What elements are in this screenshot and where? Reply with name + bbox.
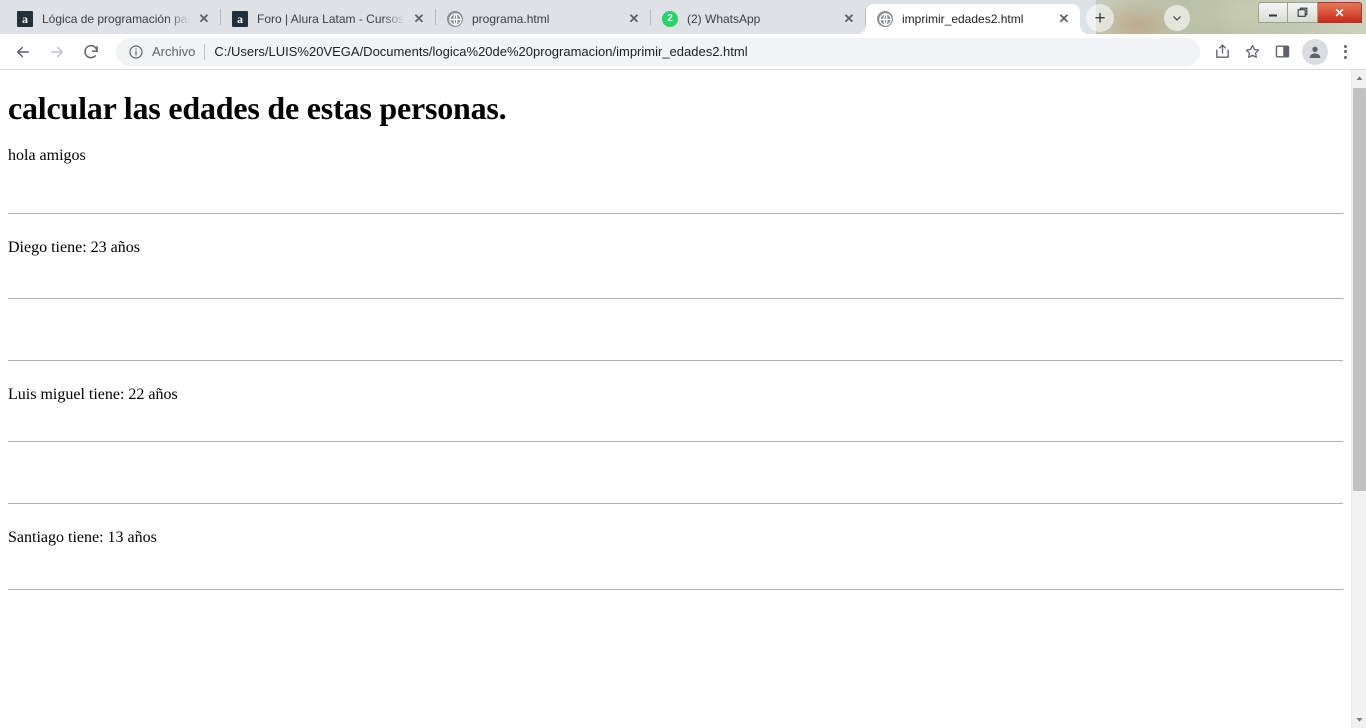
person-avatar-icon[interactable] bbox=[1302, 38, 1328, 65]
share-icon[interactable] bbox=[1208, 38, 1236, 66]
tab-title: programa.html bbox=[472, 12, 550, 26]
tab-strip: a Lógica de programación parte ✕ a Foro … bbox=[0, 0, 1366, 34]
info-circle-icon[interactable] bbox=[128, 44, 144, 60]
tab-title: Lógica de programación parte bbox=[42, 12, 190, 26]
alura-a-icon: a bbox=[17, 11, 33, 27]
tab-separator bbox=[650, 9, 651, 25]
tab-separator bbox=[435, 9, 436, 25]
side-panel-icon[interactable] bbox=[1268, 38, 1296, 66]
tab-title: (2) WhatsApp bbox=[687, 12, 761, 26]
tab-close-icon[interactable]: ✕ bbox=[626, 11, 642, 27]
url-text: C:/Users/LUIS%20VEGA/Documents/logica%20… bbox=[214, 44, 748, 59]
age-entry-luis-miguel: Luis miguel tiene: 22 años bbox=[8, 385, 178, 403]
close-window-button[interactable]: ✕ bbox=[1318, 2, 1362, 23]
window-controls: ✕ bbox=[1258, 2, 1362, 23]
scroll-up-arrow-icon[interactable] bbox=[1352, 70, 1366, 87]
alura-a-icon: a bbox=[232, 11, 248, 27]
page-viewport: calcular las edades de estas personas. h… bbox=[0, 70, 1366, 728]
divider-6 bbox=[8, 588, 1343, 590]
tab-close-icon[interactable]: ✕ bbox=[841, 11, 857, 27]
url-scheme-label: Archivo bbox=[152, 44, 196, 59]
tab-programa-html[interactable]: programa.html ✕ bbox=[436, 4, 650, 34]
age-entry-diego: Diego tiene: 23 años bbox=[8, 238, 140, 256]
tab-close-icon[interactable]: ✕ bbox=[196, 11, 212, 27]
tab-logica-de-programacion[interactable]: a Lógica de programación parte ✕ bbox=[6, 4, 220, 34]
three-dot-menu-icon[interactable] bbox=[1332, 38, 1358, 66]
scroll-down-arrow-icon[interactable] bbox=[1352, 711, 1366, 728]
tab-imprimir-edades2-html[interactable]: imprimir_edades2.html ✕ bbox=[866, 4, 1080, 34]
page-content: calcular las edades de estas personas. h… bbox=[0, 70, 1351, 728]
tab-foro-alura-latam[interactable]: a Foro | Alura Latam - Cursos on ✕ bbox=[221, 4, 435, 34]
tab-close-icon[interactable]: ✕ bbox=[411, 11, 427, 27]
globe-icon bbox=[447, 11, 463, 27]
page-title: calcular las edades de estas personas. bbox=[8, 90, 507, 126]
maximize-button[interactable] bbox=[1288, 2, 1318, 23]
minimize-button[interactable] bbox=[1258, 2, 1288, 23]
address-bar[interactable]: Archivo C:/Users/LUIS%20VEGA/Documents/l… bbox=[116, 37, 1200, 66]
tab-title: imprimir_edades2.html bbox=[902, 12, 1024, 26]
forward-button[interactable] bbox=[42, 37, 72, 67]
greeting-text: hola amigos bbox=[8, 147, 86, 165]
tab-close-icon[interactable]: ✕ bbox=[1056, 11, 1072, 27]
globe-icon bbox=[877, 11, 893, 27]
age-entry-santiago: Santiago tiene: 13 años bbox=[8, 529, 157, 547]
back-button[interactable] bbox=[8, 37, 38, 67]
toolbar-icons bbox=[1206, 38, 1358, 66]
whatsapp-icon: 2 bbox=[662, 11, 678, 27]
new-tab-button[interactable]: + bbox=[1086, 4, 1114, 32]
omnibox-divider bbox=[204, 43, 206, 60]
tab-separator bbox=[220, 9, 221, 25]
tab-search-chevron-down-icon[interactable] bbox=[1164, 5, 1190, 31]
browser-window: a Lógica de programación parte ✕ a Foro … bbox=[0, 0, 1366, 728]
star-icon[interactable] bbox=[1238, 38, 1266, 66]
browser-toolbar: Archivo C:/Users/LUIS%20VEGA/Documents/l… bbox=[0, 34, 1366, 70]
scrollbar-thumb[interactable] bbox=[1353, 88, 1366, 491]
tab-title: Foro | Alura Latam - Cursos on bbox=[257, 12, 405, 26]
reload-button[interactable] bbox=[76, 37, 106, 67]
tab-whatsapp[interactable]: 2 (2) WhatsApp ✕ bbox=[651, 4, 865, 34]
vertical-scrollbar[interactable] bbox=[1351, 70, 1366, 728]
